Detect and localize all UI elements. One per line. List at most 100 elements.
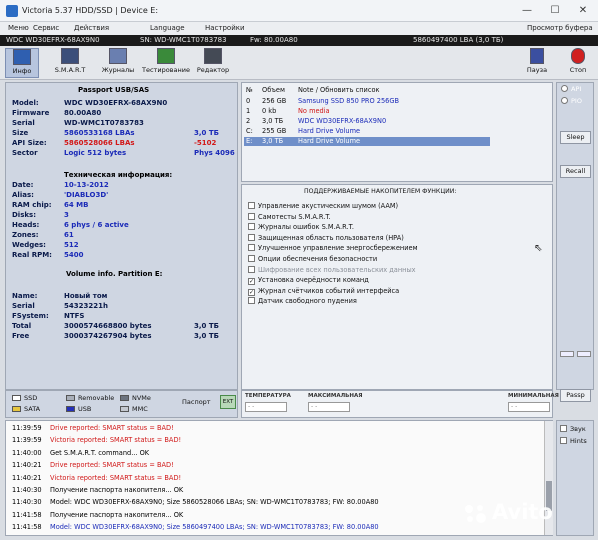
buffer-view-item[interactable]: Просмотр буфера (527, 24, 593, 32)
hints-checkbox[interactable]: Hints (560, 437, 587, 445)
tech-label: RAM chip: (12, 201, 52, 209)
feature-checkbox[interactable]: Датчик свободного пудения (248, 297, 357, 306)
feature-checkbox[interactable]: Улучшенное управление энергосбережением (248, 244, 418, 253)
pause-button[interactable]: Пауза (524, 48, 550, 78)
volume-value: Новый том (64, 292, 108, 300)
pio-radio[interactable]: PIO (561, 97, 582, 105)
log-message: Model: WDC WD30EFRX-68AX9N0; Size 586052… (50, 498, 379, 507)
min-label: МИНИМАЛЬНАЯ (508, 393, 559, 399)
stop-button[interactable]: Стоп (565, 48, 591, 78)
feature-checkbox[interactable]: ✓ Журнал счётчиков событий интерфейса (248, 287, 399, 296)
passport-extra: 3,0 ТБ (194, 129, 219, 137)
drive-number: 2 (246, 117, 251, 125)
tech-label: Wedges: (12, 241, 46, 249)
tech-label: Disks: (12, 211, 36, 219)
logs-icon (109, 48, 127, 64)
tab-smart[interactable]: S.M.A.R.T (48, 48, 92, 78)
tech-value: 6 phys / 6 active (64, 221, 129, 229)
feature-label: Защищенная область пользователя (HPA) (258, 233, 404, 242)
log-message: Получение паспорта накопителя... OK (50, 486, 184, 494)
smart-icon (61, 48, 79, 64)
api-radio[interactable]: API (561, 85, 581, 93)
tech-header: Техническая информация: (64, 171, 173, 179)
legend-label: SSD (24, 394, 38, 402)
features-header: ПОДДЕРЖИВАЕМЫЕ НАКОПИТЕЛЕМ ФУНКЦИИ: (304, 188, 457, 195)
volume-extra: 3,0 ТБ (194, 332, 219, 340)
log-side-panel: Звук Hints (556, 420, 594, 536)
menu-item[interactable]: Сервис (33, 24, 59, 32)
menu-item[interactable]: Действия (74, 24, 109, 32)
feature-label: Журналы ошибок S.M.A.R.T. (258, 223, 354, 232)
tab-editor[interactable]: Редактор (196, 48, 230, 78)
drive-number: C: (246, 127, 253, 135)
side-panel: API PIO Sleep Recall Passp (556, 82, 594, 402)
passport-value: WD-WMC1T0783783 (64, 119, 144, 127)
feature-label: Опции обеспечения безопасности (258, 255, 378, 263)
menu-item[interactable]: Меню (8, 24, 29, 32)
log-row: 11:40:30 Получение паспорта накопителя...… (6, 486, 546, 496)
drive-size: 256 GB (262, 97, 287, 105)
minimize-button[interactable]: — (518, 3, 536, 19)
log-time: 11:40:21 (12, 461, 42, 470)
drive-serial: SN: WD-WMC1T0783783 (140, 36, 227, 44)
legend-label: USB (78, 405, 92, 413)
scroll-left[interactable] (560, 351, 574, 357)
drive-row[interactable]: E: 3,0 ТБ Hard Drive Volume (244, 137, 490, 146)
checkbox-icon (248, 265, 255, 273)
drive-row[interactable]: 1 0 kb No media (244, 107, 544, 116)
checkbox-icon (248, 255, 255, 262)
scroll-right[interactable] (577, 351, 591, 357)
sound-checkbox[interactable]: Звук (560, 425, 586, 433)
drive-row[interactable]: 2 3,0 ТБ WDC WD30EFRX-68AX9N0 (244, 117, 544, 126)
feature-checkbox[interactable]: ✓ Установка очерёдности команд (248, 276, 369, 286)
tech-value: 5400 (64, 251, 84, 259)
passport-extra: -5102 (194, 139, 217, 147)
tech-label: Alias: (12, 191, 34, 199)
feature-checkbox[interactable]: Шифрование всех пользовательских данных (248, 265, 416, 275)
maximize-button[interactable]: ☐ (546, 3, 564, 19)
passport-value: 5860528066 LBAs (64, 139, 135, 147)
menu-item[interactable]: Настройки (205, 24, 245, 32)
drive-row[interactable]: C: 255 GB Hard Drive Volume (244, 127, 544, 136)
legend-item: MMC (120, 405, 148, 413)
log-message: Get S.M.A.R.T. command... OK (50, 448, 150, 457)
menu-item[interactable]: Language (150, 24, 185, 32)
log-time: 11:39:59 (12, 424, 42, 432)
passport-button[interactable]: Паспорт (182, 398, 211, 406)
passport-label: Serial (12, 119, 35, 127)
drive-lba: 5860497400 LBA (3,0 ТБ) (413, 36, 504, 44)
ext-button[interactable]: EXT (220, 395, 236, 409)
volume-value: 3000574668800 bytes (64, 322, 152, 330)
log-time: 11:41:58 (12, 523, 42, 532)
avito-logo-icon (465, 505, 486, 523)
features-panel: ПОДДЕРЖИВАЕМЫЕ НАКОПИТЕЛЕМ ФУНКЦИИ: Упра… (241, 184, 553, 390)
volume-label: FSystem: (12, 312, 49, 320)
tab-testing[interactable]: Тестирование (140, 48, 192, 78)
feature-checkbox[interactable]: Управление акустическим шумом (AAM) (248, 202, 398, 211)
feature-checkbox[interactable]: Опции обеспечения безопасности (248, 255, 377, 264)
feature-label: Журнал счётчиков событий интерфейса (258, 286, 400, 295)
window-title: Victoria 5.37 HDD/SSD | Device E: (22, 6, 159, 15)
drive-list-header[interactable]: № Объем Note / Обновить список (244, 86, 544, 95)
title-bar: Victoria 5.37 HDD/SSD | Device E: — ☐ ✕ (0, 0, 598, 22)
menu-bar: Меню Сервис Действия Language Настройки … (0, 22, 598, 35)
stop-icon (571, 48, 585, 64)
tab-logs[interactable]: Журналы (100, 48, 136, 78)
recall-button[interactable]: Recall (560, 165, 591, 178)
feature-checkbox[interactable]: Самотесты S.M.A.R.T. (248, 212, 331, 222)
app-icon (6, 5, 18, 17)
legend-swatch (120, 406, 129, 412)
sleep-button[interactable]: Sleep (560, 131, 591, 144)
tab-info[interactable]: Инфо (5, 48, 39, 78)
passport-extra: Phys 4096 (194, 149, 235, 157)
legend-swatch (12, 395, 21, 401)
cursor-icon: ⇖ (534, 243, 543, 254)
passport-value: 80.00A80 (64, 109, 102, 117)
log-time: 11:40:30 (12, 498, 42, 507)
editor-icon (204, 48, 222, 64)
feature-checkbox[interactable]: Журналы ошибок S.M.A.R.T. (248, 223, 354, 232)
close-button[interactable]: ✕ (574, 3, 592, 19)
drive-row[interactable]: 0 256 GB Samsung SSD 850 PRO 256GB (244, 97, 544, 106)
passp-button[interactable]: Passp (560, 389, 591, 402)
feature-checkbox[interactable]: Защищенная область пользователя (HPA) (248, 233, 404, 243)
